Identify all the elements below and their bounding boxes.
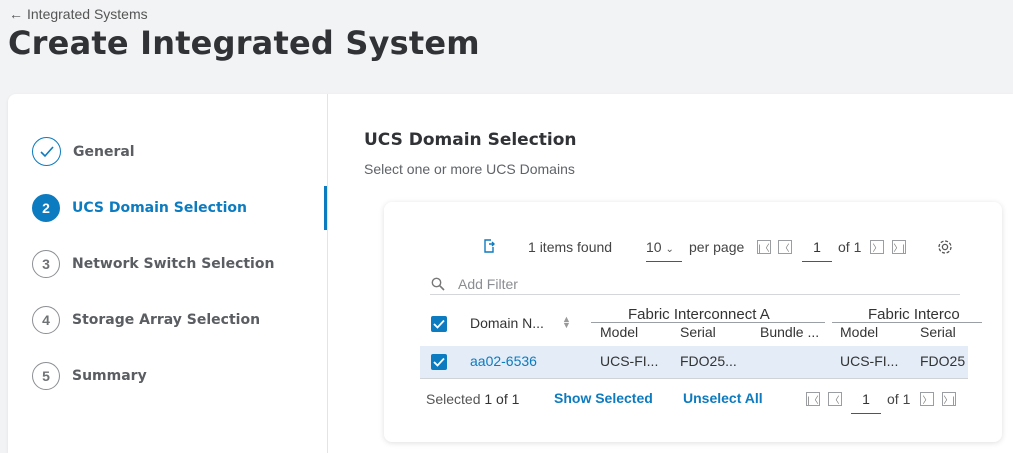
wizard-card: General 2 UCS Domain Selection 3 Network… — [8, 94, 1013, 453]
select-all-checkbox[interactable] — [431, 316, 447, 332]
arrow-left-icon: ← — [9, 6, 23, 22]
column-header-fia-model[interactable]: Model — [600, 324, 638, 340]
chevron-down-icon: ⌄ — [665, 244, 674, 255]
active-step-indicator — [324, 186, 327, 230]
back-to-integrated-systems-link[interactable]: ← Integrated Systems — [9, 6, 148, 22]
check-icon — [32, 137, 61, 166]
group-divider-b — [832, 322, 982, 323]
section-subtitle: Select one or more UCS Domains — [364, 161, 575, 177]
footer-last-page-icon[interactable]: 〉| — [942, 392, 956, 406]
next-page-icon[interactable]: 〉 — [870, 240, 884, 254]
ucs-domain-table-card: 1 items found 10 ⌄ per page |〈 〈 1 of 1 … — [384, 202, 1002, 442]
step-network-switch-selection-label: Network Switch Selection — [72, 256, 275, 272]
export-icon[interactable] — [482, 238, 496, 259]
step-storage-array-selection-label: Storage Array Selection — [72, 312, 261, 328]
page-of-label: of 1 — [838, 239, 862, 255]
step-ucs-domain-selection-label: UCS Domain Selection — [72, 200, 248, 216]
section-title: UCS Domain Selection — [364, 130, 577, 150]
step-number-badge: 3 — [32, 250, 60, 278]
sort-icon[interactable]: ▲ ▼ — [562, 315, 571, 330]
column-header-domain-name[interactable]: Domain N... — [470, 315, 544, 331]
step-storage-array-selection[interactable]: 4 Storage Array Selection — [32, 306, 260, 334]
step-general-label: General — [73, 143, 135, 160]
step-number-badge: 2 — [32, 194, 60, 222]
row-checkbox[interactable] — [431, 354, 447, 370]
breadcrumb-label: Integrated Systems — [27, 6, 148, 22]
filter-underline — [430, 294, 960, 295]
settings-gear-icon[interactable] — [936, 238, 954, 261]
group-header-fabric-interconnect-b: Fabric Interco — [868, 306, 960, 323]
footer-first-page-icon[interactable]: |〈 — [806, 392, 820, 406]
add-filter-input[interactable]: Add Filter — [458, 276, 518, 292]
step-network-switch-selection[interactable]: 3 Network Switch Selection — [32, 250, 274, 278]
wizard-steps: General 2 UCS Domain Selection 3 Network… — [8, 94, 328, 453]
items-found-label: items found — [539, 239, 613, 255]
selected-value: 1 of 1 — [484, 391, 520, 407]
footer-prev-page-icon[interactable]: 〈 — [828, 392, 842, 406]
selected-count-text: Selected 1 of 1 — [426, 391, 519, 407]
step-number-badge: 5 — [32, 362, 60, 390]
unselect-all-link[interactable]: Unselect All — [683, 390, 763, 406]
footer-next-page-icon[interactable]: 〉 — [920, 392, 934, 406]
items-count: 1 — [528, 239, 536, 255]
group-divider-a — [591, 322, 825, 323]
step-summary-label: Summary — [72, 368, 147, 384]
show-selected-link[interactable]: Show Selected — [554, 390, 653, 406]
footer-page-of-label: of 1 — [887, 391, 911, 407]
per-page-select[interactable]: 10 ⌄ — [646, 239, 682, 262]
step-general[interactable]: General — [32, 137, 135, 166]
last-page-icon[interactable]: 〉| — [892, 240, 906, 254]
cell-fib-serial: FDO25 — [920, 353, 966, 369]
cell-fia-model: UCS-FI... — [600, 353, 659, 369]
row-divider — [420, 378, 968, 379]
selected-label: Selected — [426, 391, 481, 407]
group-header-fabric-interconnect-a: Fabric Interconnect A — [628, 306, 770, 323]
column-header-fia-serial[interactable]: Serial — [680, 324, 716, 340]
footer-page-number-input[interactable]: 1 — [851, 391, 881, 414]
column-header-fib-serial[interactable]: Serial — [920, 324, 956, 340]
column-header-fia-bundle[interactable]: Bundle ... — [760, 324, 819, 340]
page-title: Create Integrated System — [8, 24, 480, 62]
step-ucs-domain-selection[interactable]: 2 UCS Domain Selection — [32, 194, 247, 222]
cell-fia-serial: FDO25... — [680, 353, 737, 369]
page-number-input[interactable]: 1 — [802, 239, 832, 262]
per-page-value: 10 — [646, 239, 662, 255]
step-summary[interactable]: 5 Summary — [32, 362, 147, 390]
first-page-icon[interactable]: |〈 — [757, 240, 771, 254]
prev-page-icon[interactable]: 〈 — [778, 240, 792, 254]
per-page-label: per page — [689, 239, 745, 255]
domain-name-link[interactable]: aa02-6536 — [470, 353, 537, 369]
items-found-text: 1 items found — [528, 239, 612, 255]
column-header-fib-model[interactable]: Model — [840, 324, 878, 340]
step-number-badge: 4 — [32, 306, 60, 334]
cell-fib-model: UCS-FI... — [840, 353, 899, 369]
